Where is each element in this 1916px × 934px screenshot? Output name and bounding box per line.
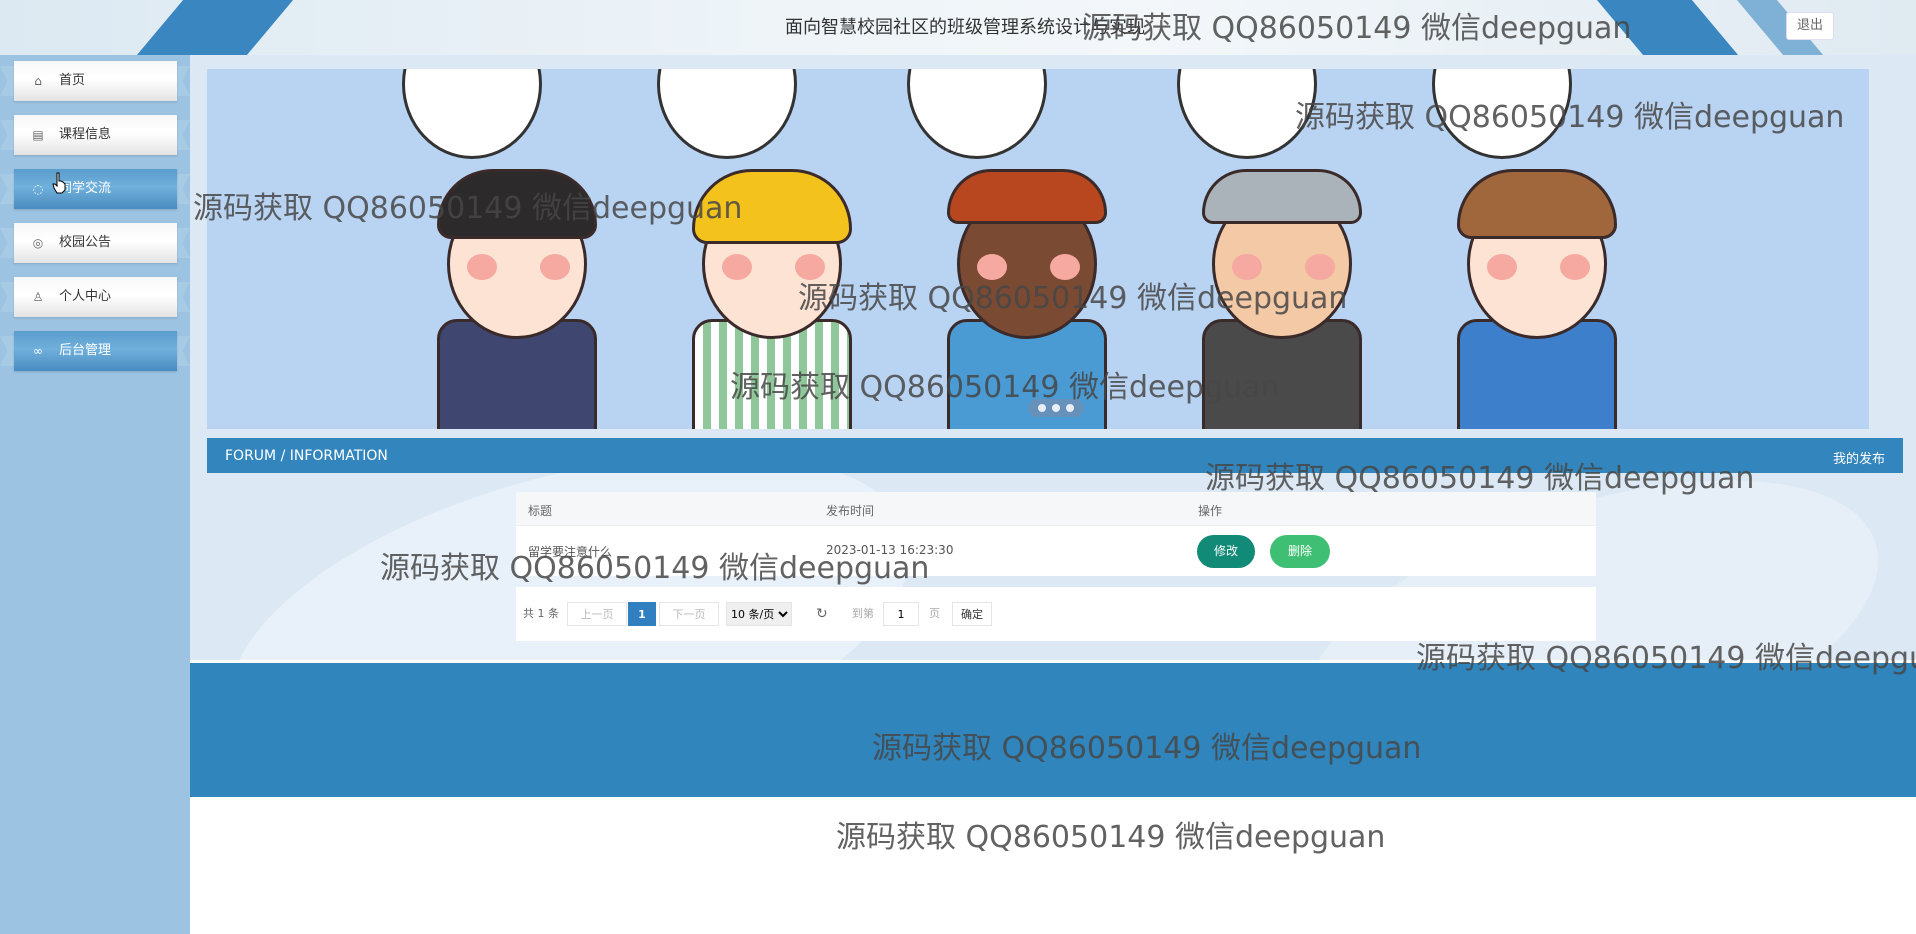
logout-button[interactable]: 退出 [1786,12,1834,40]
sidebar-item-forum[interactable]: ◌ 同学交流 [0,163,190,213]
sidebar-item-label: 同学交流 [59,181,112,196]
hand-cursor-icon [52,172,66,194]
sidebar-item-label: 个人中心 [59,289,112,304]
column-header-actions: 操作 [1198,504,1223,518]
post-title[interactable]: 留学要注意什么 [528,543,612,560]
header-stripe [136,0,294,55]
edit-button[interactable]: 修改 [1197,535,1255,568]
pagination: 共 1 条 上一页 1 下一页 10 条/页 ↻ 到第 页 确定 [516,587,1596,641]
table-row: 留学要注意什么 2023-01-13 16:23:30 修改 删除 [516,526,1596,576]
document-icon: ▤ [32,128,44,142]
header-stripe [1596,0,1739,55]
sidebar-item-label: 课程信息 [59,127,112,142]
watermark-text: 源码获取 QQ86050149 微信deepguan [836,820,1386,855]
chat-icon: ◌ [32,182,44,196]
cartoon-person [422,129,612,429]
sidebar-item-announcements[interactable]: ◎ 校园公告 [0,217,190,267]
sidebar-item-home[interactable]: ⌂ 首页 [0,55,190,105]
top-header: 面向智慧校园社区的班级管理系统设计与实现 退出 [0,0,1916,55]
sidebar-item-label: 后台管理 [59,343,112,358]
sidebar-item-label: 首页 [59,73,86,88]
page-number-current[interactable]: 1 [628,602,656,626]
site-title: 面向智慧校园社区的班级管理系统设计与实现 [785,17,1145,38]
my-posts-link[interactable]: 我的发布 [1833,448,1885,467]
cartoon-person [677,129,867,429]
goto-confirm-button[interactable]: 确定 [952,602,992,626]
user-icon: ♙ [32,290,44,304]
page-size-select[interactable]: 10 条/页 [726,602,792,626]
forum-section-header: FORUM / INFORMATION 我的发布 [207,438,1903,473]
sidebar-item-courses[interactable]: ▤ 课程信息 [0,109,190,159]
posts-table: 标题 发布时间 操作 留学要注意什么 2023-01-13 16:23:30 修… [516,492,1596,576]
page-suffix-label: 页 [929,607,940,620]
goto-label: 到第 [852,607,874,620]
next-page-button[interactable]: 下一页 [659,602,719,626]
column-header-time: 发布时间 [826,504,875,518]
sidebar: ⌂ 首页 ▤ 课程信息 ◌ 同学交流 ◎ 校园公告 ♙ 个人中心 ∞ 后台管理 [0,55,190,934]
total-count: 共 1 条 [523,607,559,620]
cartoon-person [1187,129,1377,429]
hero-banner-carousel[interactable] [207,69,1869,429]
cartoon-person [932,129,1122,429]
home-icon: ⌂ [34,74,42,88]
goto-page-input[interactable] [883,602,919,626]
post-time: 2023-01-13 16:23:30 [826,543,954,557]
sidebar-item-profile[interactable]: ♙ 个人中心 [0,271,190,321]
footer [190,663,1916,797]
table-header: 标题 发布时间 操作 [516,492,1596,526]
sidebar-item-label: 校园公告 [59,235,112,250]
section-title: FORUM / INFORMATION [225,448,388,464]
link-icon: ∞ [33,344,43,358]
column-header-title: 标题 [528,504,553,518]
sidebar-item-admin[interactable]: ∞ 后台管理 [0,325,190,375]
refresh-icon[interactable]: ↻ [816,602,828,626]
announcement-icon: ◎ [32,236,44,250]
delete-button[interactable]: 删除 [1270,535,1330,568]
prev-page-button[interactable]: 上一页 [567,602,627,626]
cartoon-person [1442,129,1632,429]
carousel-indicator[interactable] [1028,399,1084,417]
